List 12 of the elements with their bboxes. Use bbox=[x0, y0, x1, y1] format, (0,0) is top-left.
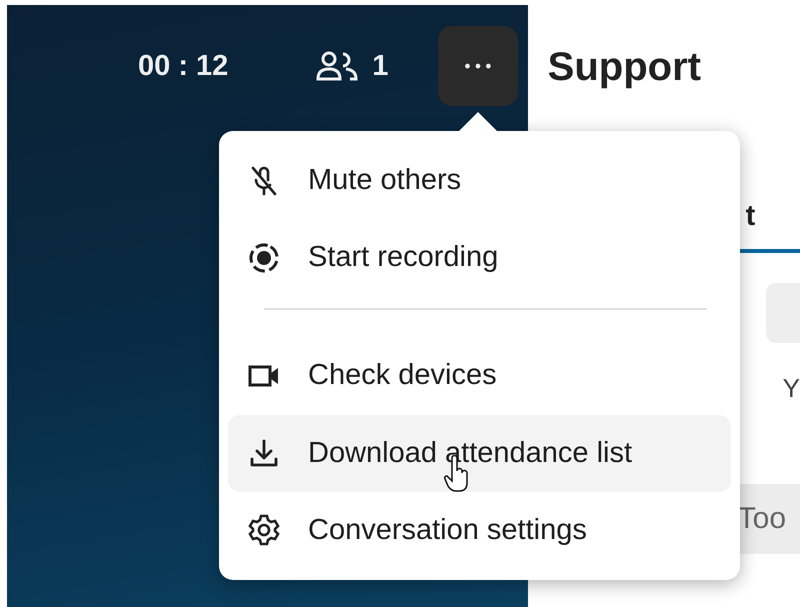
download-icon bbox=[248, 437, 280, 470]
panel-title: Support bbox=[548, 45, 702, 90]
settings-icon bbox=[248, 514, 280, 546]
menu-item[interactable]: Download attendance list bbox=[228, 414, 731, 492]
record-icon bbox=[248, 242, 280, 274]
body-text: Y bbox=[782, 373, 800, 404]
menu-item[interactable]: Mute others bbox=[228, 142, 731, 220]
menu-item[interactable]: Check devices bbox=[228, 337, 731, 415]
participant-count: 1 bbox=[372, 50, 388, 82]
call-timer: 00 : 12 bbox=[138, 50, 228, 82]
menu-item[interactable]: Start recording bbox=[228, 219, 731, 296]
more-button[interactable]: ••• bbox=[438, 26, 518, 106]
